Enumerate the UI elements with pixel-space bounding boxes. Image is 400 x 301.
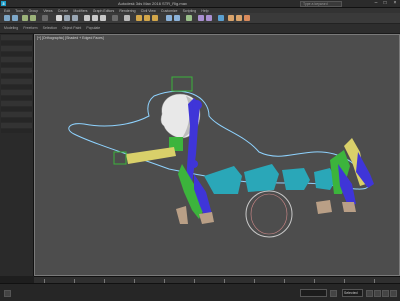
main-toolbar (0, 13, 400, 24)
spine-joint[interactable] (190, 160, 198, 168)
arm-bone[interactable] (126, 147, 176, 164)
mirror-icon[interactable] (166, 15, 172, 21)
search-input[interactable]: Type a keyword (300, 1, 342, 7)
schematic-view-icon[interactable] (206, 15, 212, 21)
rig-scene[interactable] (34, 34, 400, 276)
link-icon[interactable] (22, 15, 28, 21)
select-object-icon[interactable] (56, 15, 62, 21)
percent-snap-icon[interactable] (152, 15, 158, 21)
front-foot-2[interactable] (199, 212, 214, 224)
explorer-row[interactable] (1, 117, 32, 122)
root-circle-control[interactable] (245, 190, 293, 238)
play-icon[interactable] (366, 290, 373, 297)
ribbon-tab-object-paint[interactable]: Object Paint (62, 24, 81, 33)
rear-foot-2[interactable] (342, 202, 356, 212)
redo-icon[interactable] (12, 15, 18, 21)
scene-explorer-panel (0, 34, 34, 276)
close-icon[interactable]: × (391, 0, 399, 6)
minimize-icon[interactable]: – (372, 0, 380, 6)
explorer-row[interactable] (1, 84, 32, 89)
maxscript-listener-icon[interactable] (4, 290, 11, 297)
explorer-row[interactable] (1, 95, 32, 100)
explorer-row[interactable] (1, 68, 32, 73)
explorer-row[interactable] (1, 73, 32, 78)
explorer-row[interactable] (1, 79, 32, 84)
coordinate-field[interactable] (300, 289, 327, 297)
front-foot[interactable] (176, 206, 188, 224)
hand-control[interactable] (113, 151, 127, 165)
explorer-row[interactable] (1, 62, 32, 67)
rendered-frame-icon[interactable] (236, 15, 242, 21)
rectangular-selection-icon[interactable] (72, 15, 78, 21)
layer-explorer-icon[interactable] (186, 15, 192, 21)
explorer-row[interactable] (1, 46, 32, 51)
explorer-row[interactable] (1, 90, 32, 95)
undo-icon[interactable] (4, 15, 10, 21)
explorer-row[interactable] (1, 128, 32, 133)
selection-set-field[interactable]: Selected (342, 289, 363, 297)
explorer-row[interactable] (1, 112, 32, 117)
select-by-name-icon[interactable] (64, 15, 70, 21)
ribbon: Modeling Freeform Selection Object Paint… (0, 24, 400, 34)
head-control-box[interactable] (171, 76, 193, 92)
ribbon-tab-freeform[interactable]: Freeform (23, 24, 37, 33)
status-bar: Selected (0, 283, 400, 301)
root-circle-control-inner[interactable] (250, 193, 288, 235)
explorer-row[interactable] (1, 51, 32, 56)
spine-segment[interactable] (282, 168, 310, 190)
explorer-row[interactable] (1, 57, 32, 62)
snaps-toggle-icon[interactable] (136, 15, 142, 21)
spine-joint[interactable] (192, 100, 202, 110)
explorer-row[interactable] (1, 106, 32, 111)
pan-icon[interactable] (382, 290, 389, 297)
orthographic-viewport[interactable]: [+] [Orthographic] [Shaded + Edged Faces… (34, 34, 400, 276)
material-editor-icon[interactable] (218, 15, 224, 21)
scale-icon[interactable] (100, 15, 106, 21)
reference-coordinate-dropdown[interactable] (112, 15, 118, 21)
rotate-icon[interactable] (92, 15, 98, 21)
ribbon-tab-modeling[interactable]: Modeling (4, 24, 18, 33)
angle-snap-icon[interactable] (144, 15, 150, 21)
explorer-row[interactable] (1, 35, 32, 40)
maximize-icon[interactable]: □ (381, 0, 389, 6)
render-icon[interactable] (244, 15, 250, 21)
orbit-icon[interactable] (390, 290, 397, 297)
pivot-icon[interactable] (124, 15, 130, 21)
ribbon-tab-selection[interactable]: Selection (43, 24, 57, 33)
move-icon[interactable] (84, 15, 90, 21)
set-key-icon[interactable] (330, 290, 337, 297)
title-bar: 3 Autodesk 3ds Max 2016 STR_Rig.max Type… (0, 0, 400, 8)
spine-segment[interactable] (204, 166, 242, 194)
ribbon-tab-populate[interactable]: Populate (86, 24, 100, 33)
render-setup-icon[interactable] (228, 15, 234, 21)
window-title: Autodesk 3ds Max 2016 STR_Rig.max (118, 1, 187, 6)
explorer-row[interactable] (1, 40, 32, 45)
explorer-row[interactable] (1, 123, 32, 128)
app-logo-icon[interactable]: 3 (1, 1, 6, 6)
align-icon[interactable] (174, 15, 180, 21)
explorer-row[interactable] (1, 101, 32, 106)
selection-filter-dropdown[interactable] (42, 15, 48, 21)
curve-editor-icon[interactable] (198, 15, 204, 21)
rear-foot[interactable] (316, 200, 332, 214)
tail-control[interactable] (356, 152, 374, 188)
zoom-icon[interactable] (374, 290, 381, 297)
unlink-icon[interactable] (30, 15, 36, 21)
spine-segment[interactable] (244, 164, 279, 192)
